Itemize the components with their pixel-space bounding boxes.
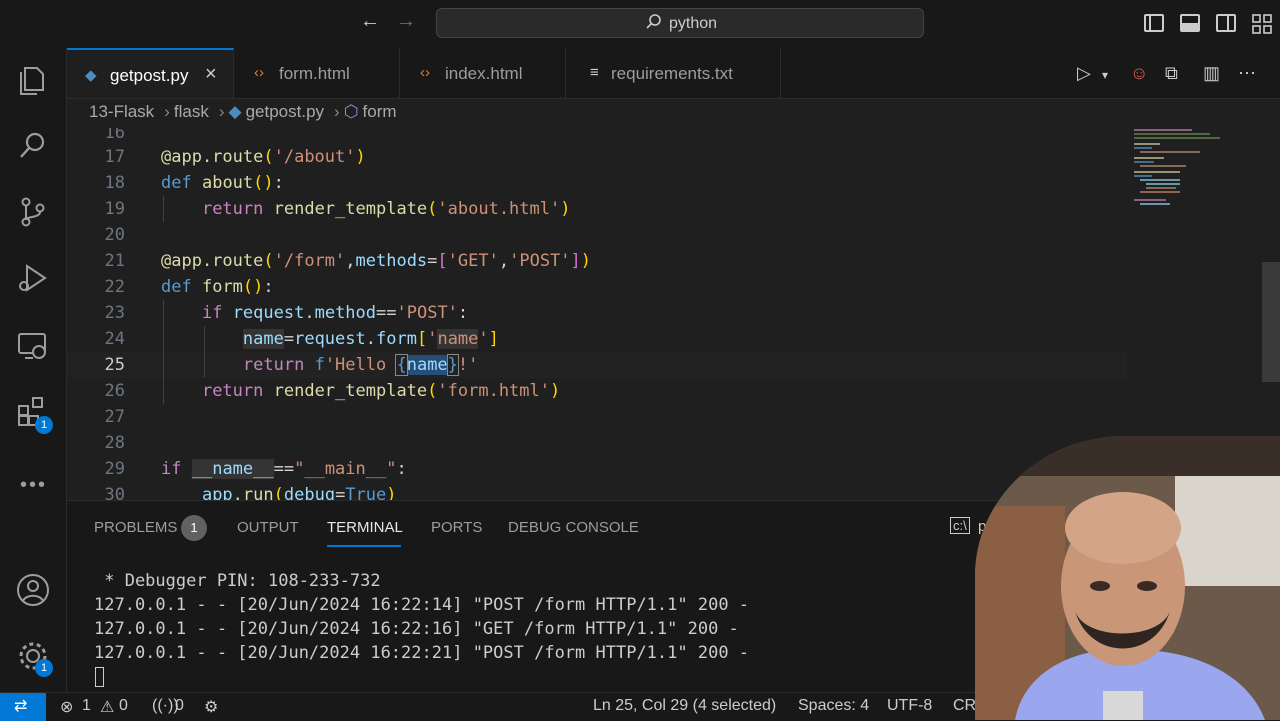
breadcrumb-folder[interactable]: 13-Flask: [89, 102, 154, 121]
code-line: 20: [104, 225, 125, 245]
code-line: 21 @app.route('/form',methods=['GET','POS…: [104, 251, 592, 271]
breadcrumb-folder[interactable]: flask: [174, 102, 209, 121]
debug-icon[interactable]: ⚙: [204, 697, 218, 717]
breadcrumb-symbol[interactable]: form: [363, 102, 397, 121]
indent-guide: [204, 326, 205, 378]
search-icon: [646, 14, 661, 29]
terminal-line: * Debugger PIN: 108-233-732: [94, 571, 381, 591]
webcam-overlay: [975, 436, 1280, 720]
chevron-right-icon: ›: [334, 102, 340, 121]
code-line: 19 return render_template('about.html'): [104, 199, 571, 219]
split-editor-icon[interactable]: ▥: [1203, 63, 1220, 84]
terminal-line: 127.0.0.1 - - [20/Jun/2024 16:22:21] "PO…: [94, 643, 750, 663]
source-control-icon[interactable]: [15, 194, 51, 230]
tab-ports[interactable]: PORTS: [431, 519, 482, 536]
editor-tab-bar: ◆ getpost.py × ‹› form.html ‹› index.htm…: [67, 48, 1280, 99]
breadcrumb: 13-Flask › flask › ◆ getpost.py › ⬡ form: [89, 102, 401, 124]
warning-count[interactable]: 0: [119, 697, 128, 715]
terminal-icon: c:\: [950, 517, 970, 534]
remote-icon: ⇄: [14, 698, 28, 715]
more-actions-icon[interactable]: ⋯: [1238, 63, 1256, 84]
editor-scrollbar-thumb[interactable]: [1262, 262, 1280, 382]
python-file-icon: ◆: [85, 67, 97, 84]
tab-getpost-py[interactable]: ◆ getpost.py ×: [67, 48, 234, 98]
cursor-position[interactable]: Ln 25, Col 29 (4 selected): [593, 697, 776, 715]
ports-count[interactable]: 0: [175, 697, 184, 715]
tab-terminal[interactable]: TERMINAL: [327, 519, 403, 536]
code-line: 17 @app.route('/about'): [104, 147, 366, 167]
breadcrumb-file[interactable]: getpost.py: [246, 102, 324, 121]
forward-arrow-icon[interactable]: →: [396, 10, 416, 33]
code-line: 18 def about():: [104, 173, 284, 193]
code-line: 22 def form():: [104, 277, 274, 297]
terminal-line: 127.0.0.1 - - [20/Jun/2024 16:22:16] "GE…: [94, 619, 739, 639]
tab-problems[interactable]: PROBLEMS: [94, 519, 177, 536]
run-dropdown-chevron-icon[interactable]: ▾: [1102, 68, 1108, 82]
chevron-right-icon: ›: [218, 102, 225, 121]
active-tab-indicator: [327, 545, 401, 547]
search-text: python: [669, 15, 718, 32]
close-tab-icon[interactable]: ×: [205, 63, 217, 86]
remote-explorer-icon[interactable]: [15, 328, 51, 364]
error-count[interactable]: 1: [82, 697, 91, 715]
title-bar: ← → python: [0, 0, 1280, 49]
tab-debug-console[interactable]: DEBUG CONSOLE: [508, 519, 639, 536]
settings-badge: 1: [35, 659, 53, 677]
html-file-icon: ‹›: [254, 64, 264, 81]
text-file-icon: ≡: [590, 64, 599, 81]
remote-indicator[interactable]: ⇄: [0, 693, 46, 721]
problems-count-badge: 1: [181, 515, 207, 541]
open-preview-icon[interactable]: ⧉: [1165, 63, 1178, 84]
run-and-debug-icon[interactable]: [15, 260, 51, 296]
customize-layout-icon[interactable]: [1252, 14, 1272, 34]
warning-icon[interactable]: ⚠: [100, 697, 114, 717]
explorer-icon[interactable]: [15, 62, 51, 98]
code-line: 28: [104, 433, 125, 453]
toggle-secondary-sidebar-icon[interactable]: [1216, 14, 1236, 32]
copilot-icon[interactable]: ☺: [1130, 63, 1148, 84]
indentation[interactable]: Spaces: 4: [798, 697, 869, 715]
code-line-current: 25 return f'Hello {name}!': [67, 352, 1127, 378]
terminal-cursor[interactable]: [95, 667, 104, 687]
run-file-icon[interactable]: ▷: [1077, 63, 1091, 84]
symbol-method-icon: ⬡: [343, 102, 359, 121]
python-file-icon: ◆: [228, 102, 242, 121]
command-center-search[interactable]: python: [436, 8, 924, 38]
code-line: 24 name=request.form['name']: [104, 329, 499, 349]
back-arrow-icon[interactable]: ←: [360, 10, 380, 33]
tab-output[interactable]: OUTPUT: [237, 519, 299, 536]
encoding[interactable]: UTF-8: [887, 697, 932, 715]
chevron-right-icon: ›: [164, 102, 170, 121]
minimap[interactable]: [1130, 128, 1240, 208]
code-line: 27: [104, 407, 125, 427]
toggle-panel-icon[interactable]: [1180, 14, 1200, 32]
code-line: 23 if request.method=='POST':: [104, 303, 469, 323]
code-line: 26 return render_template('form.html'): [104, 381, 561, 401]
indent-guide: [163, 196, 164, 222]
extensions-badge: 1: [35, 416, 53, 434]
indent-guide: [163, 300, 164, 404]
code-line: 30 app.run(debug=True): [104, 485, 397, 500]
activity-bar: 1 ••• 1: [0, 48, 67, 692]
tab-form-html[interactable]: ‹› form.html: [234, 48, 400, 98]
tab-requirements-txt[interactable]: ≡ requirements.txt: [566, 48, 781, 98]
toggle-primary-sidebar-icon[interactable]: [1144, 14, 1164, 32]
html-file-icon: ‹›: [420, 64, 430, 81]
search-sidebar-icon[interactable]: [15, 128, 51, 164]
error-icon[interactable]: ⊗: [60, 697, 73, 717]
account-icon[interactable]: [15, 572, 51, 608]
code-line: 29 if __name__=="__main__":: [104, 459, 407, 479]
more-icon[interactable]: •••: [20, 474, 47, 497]
tab-index-html[interactable]: ‹› index.html: [400, 48, 566, 98]
terminal-line: 127.0.0.1 - - [20/Jun/2024 16:22:14] "PO…: [94, 595, 750, 615]
